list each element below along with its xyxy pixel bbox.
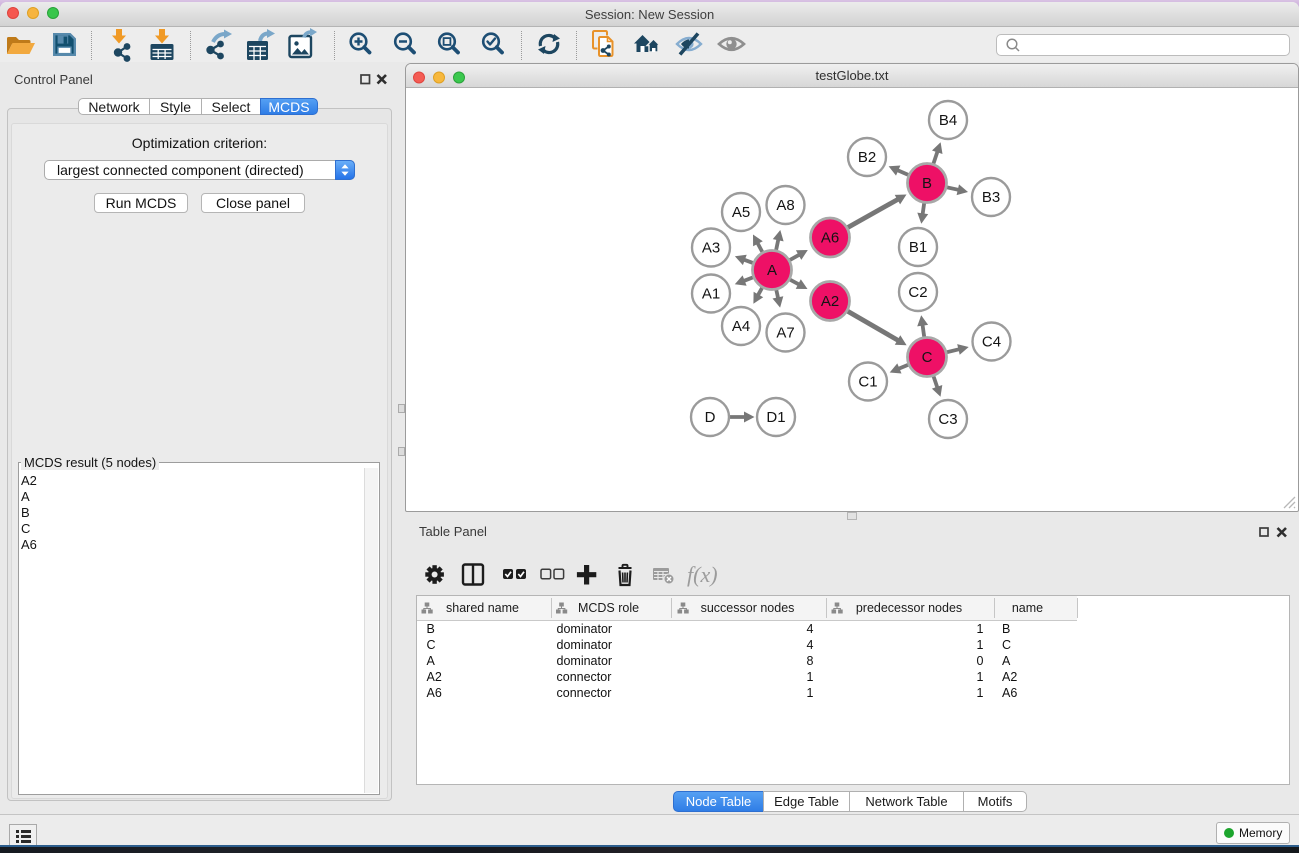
svg-text:B3: B3 [982,189,1000,206]
svg-text:B1: B1 [909,239,927,256]
svg-text:C1: C1 [858,374,877,391]
svg-text:f(x): f(x) [687,562,718,587]
svg-text:A1: A1 [702,286,720,303]
svg-text:A5: A5 [732,204,750,221]
svg-text:A4: A4 [732,318,750,335]
svg-text:A7: A7 [776,325,794,342]
svg-text:A3: A3 [702,240,720,257]
svg-text:C: C [922,349,933,366]
svg-text:B2: B2 [858,149,876,166]
svg-text:B: B [922,175,932,192]
svg-text:D: D [705,409,716,426]
svg-text:A8: A8 [776,197,794,214]
svg-text:A: A [767,262,777,279]
svg-text:C2: C2 [908,284,927,301]
svg-text:A6: A6 [821,230,839,247]
svg-text:B4: B4 [939,112,957,129]
svg-text:C4: C4 [982,334,1001,351]
svg-text:A2: A2 [821,293,839,310]
svg-text:D1: D1 [766,409,785,426]
svg-text:C3: C3 [938,411,957,428]
